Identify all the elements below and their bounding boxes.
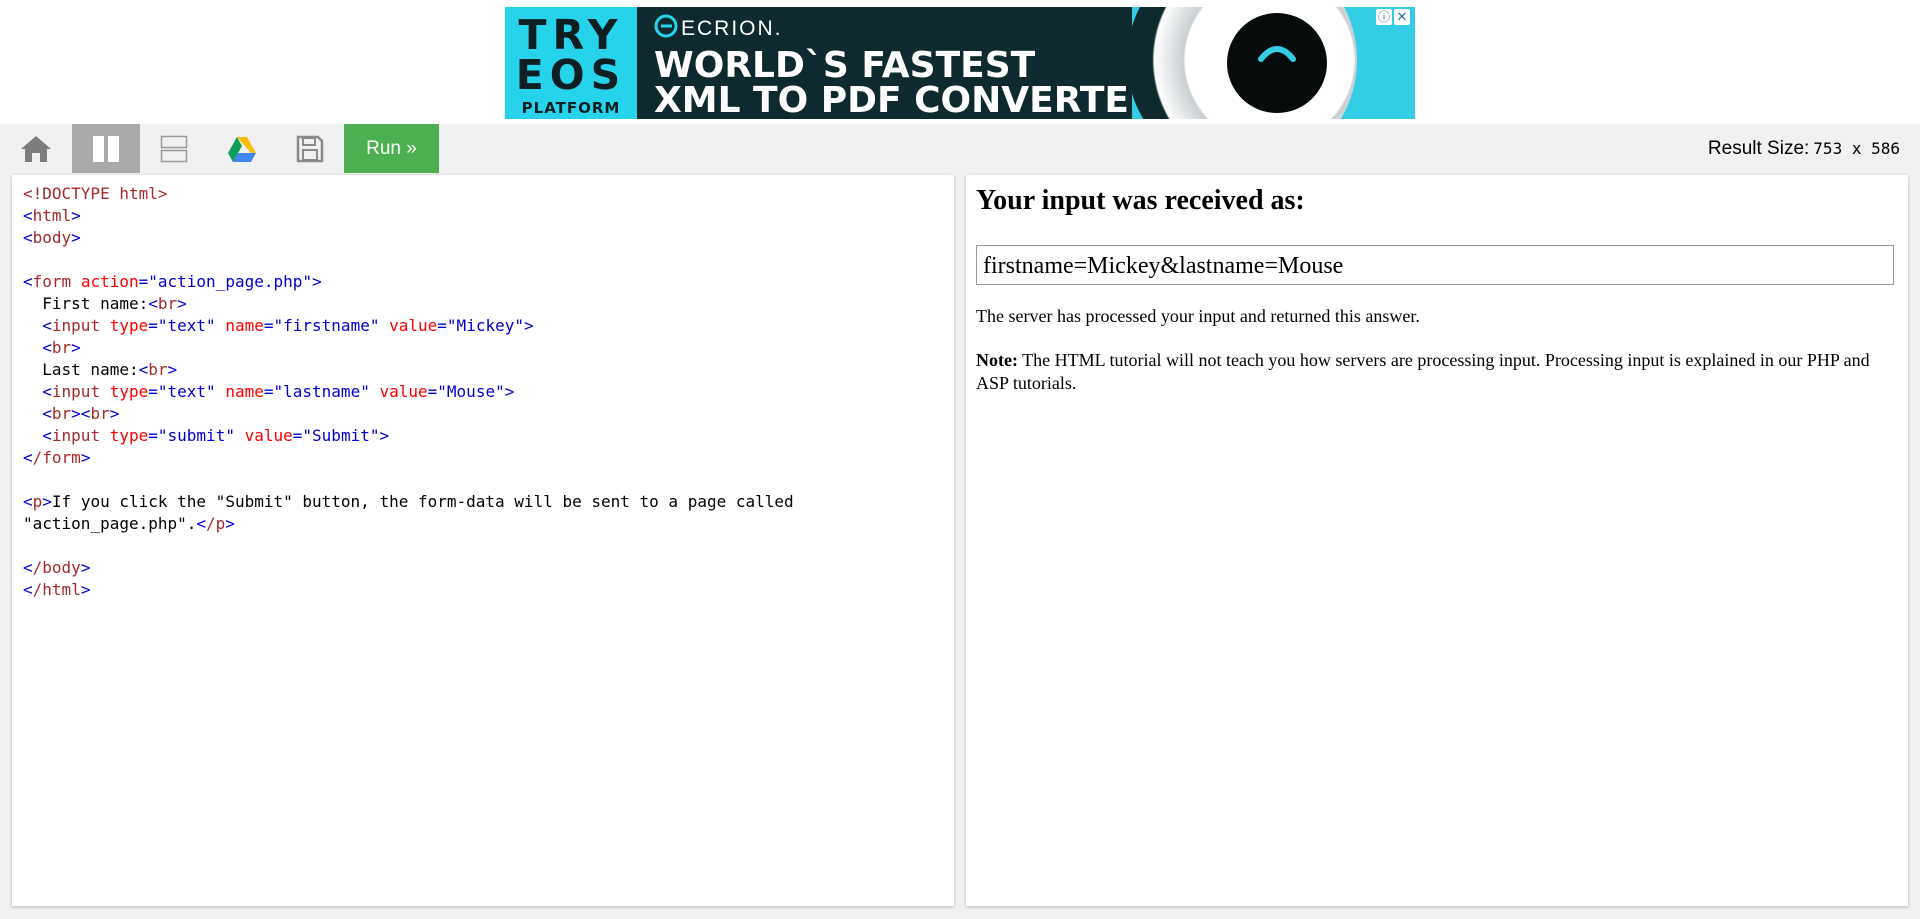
rows-layout-button[interactable] bbox=[140, 124, 208, 173]
code-tag: /body bbox=[32, 558, 81, 577]
code-value: "action_page.php" bbox=[148, 272, 313, 291]
save-button[interactable] bbox=[276, 124, 344, 173]
code-attr: type bbox=[109, 316, 149, 335]
code-tag: p bbox=[32, 492, 43, 511]
code-tag: input bbox=[51, 316, 101, 335]
code-line: <input type="text" name="firstname" valu… bbox=[42, 316, 534, 335]
code-value: "text" bbox=[157, 316, 216, 335]
ad-info-icon[interactable]: ⓘ bbox=[1376, 9, 1392, 25]
code-tag: input bbox=[51, 426, 101, 445]
code-line: <input type="submit" value="Submit"> bbox=[42, 426, 390, 445]
result-note-label: Note: bbox=[976, 350, 1018, 370]
code-attr: name bbox=[225, 382, 264, 401]
code-value: "submit" bbox=[157, 426, 235, 445]
result-panel: Your input was received as: firstname=Mi… bbox=[966, 175, 1908, 906]
code-tag: br bbox=[157, 294, 178, 313]
ad-close-icon[interactable]: ✕ bbox=[1394, 9, 1410, 25]
ecrion-logo-icon bbox=[654, 14, 678, 38]
code-editor[interactable]: <!DOCTYPE html> <html> <body> <form action=… bbox=[12, 175, 954, 906]
work-area: <!DOCTYPE html> <html> <body> <form action=… bbox=[0, 173, 1920, 919]
code-value: "Mouse" bbox=[437, 382, 505, 401]
code-value: "Submit" bbox=[302, 426, 380, 445]
code-text-node: First name: bbox=[23, 294, 149, 313]
editor-toolbar: Run » Result Size: 753 x 586 bbox=[0, 124, 1920, 173]
code-attr: type bbox=[109, 382, 149, 401]
code-attr: value bbox=[379, 382, 428, 401]
code-line: <br> bbox=[42, 338, 81, 357]
ad-try-eos-block: TRY EOS PLATFORM bbox=[505, 7, 637, 119]
code-line: <html> bbox=[23, 206, 81, 225]
code-line: </form> bbox=[23, 448, 91, 467]
code-value: "text" bbox=[157, 382, 216, 401]
code-tag: br bbox=[90, 404, 110, 423]
code-line: </html> bbox=[23, 580, 91, 599]
ad-eos-text: EOS bbox=[515, 51, 627, 99]
code-line: <!DOCTYPE html> bbox=[23, 183, 794, 205]
code-line: Last name:<br> bbox=[23, 360, 178, 379]
home-button[interactable] bbox=[2, 124, 70, 173]
code-tag: /html bbox=[32, 580, 81, 599]
code-value: "firstname" bbox=[273, 316, 380, 335]
result-processed-text: The server has processed your input and … bbox=[976, 306, 1420, 326]
result-heading: Your input was received as: bbox=[976, 185, 1305, 216]
save-icon bbox=[296, 135, 324, 162]
code-text-node: Last name: bbox=[23, 360, 139, 379]
code-value: "Mickey" bbox=[446, 316, 524, 335]
rows-layout-icon bbox=[160, 135, 188, 162]
code-tag: form bbox=[32, 272, 72, 291]
columns-layout-button[interactable] bbox=[72, 124, 140, 173]
run-button[interactable]: Run » bbox=[344, 124, 439, 173]
result-size-value: 753 x 586 bbox=[1813, 139, 1900, 158]
code-attr: value bbox=[244, 426, 293, 445]
code-tag: /p bbox=[206, 514, 226, 533]
code-text-node: "action_page.php". bbox=[23, 514, 197, 533]
result-size-indicator: Result Size: 753 x 586 bbox=[1708, 124, 1900, 173]
code-line: <br><br> bbox=[42, 404, 120, 423]
code-attr: action bbox=[80, 272, 139, 291]
result-note-text: The HTML tutorial will not teach you how… bbox=[976, 350, 1870, 393]
code-attr: type bbox=[109, 426, 149, 445]
columns-layout-icon bbox=[93, 135, 119, 162]
code-line: <body> bbox=[23, 228, 81, 247]
ad-brand-name: ECRION. bbox=[681, 17, 783, 40]
ad-platform-text: PLATFORM bbox=[521, 99, 621, 117]
code-line: <p>If you click the "Submit" button, the… bbox=[23, 492, 794, 511]
code-tag: input bbox=[51, 382, 101, 401]
received-input-box: firstname=Mickey&lastname=Mouse bbox=[976, 245, 1894, 285]
code-tag: br bbox=[51, 404, 72, 423]
google-drive-button[interactable] bbox=[208, 124, 276, 173]
code-tag: html bbox=[32, 206, 72, 225]
home-icon bbox=[21, 135, 51, 162]
result-size-label: Result Size: bbox=[1707, 138, 1810, 159]
code-doctype: <!DOCTYPE html> bbox=[23, 184, 168, 203]
code-tag: body bbox=[32, 228, 72, 247]
code-line: </body> bbox=[23, 558, 91, 577]
code-value: "lastname" bbox=[273, 382, 370, 401]
code-tag: br bbox=[51, 338, 72, 357]
code-text[interactable]: <!DOCTYPE html> <html> <body> <form action=… bbox=[23, 183, 794, 601]
result-note-paragraph: Note: The HTML tutorial will not teach y… bbox=[976, 349, 1900, 395]
code-line: <input type="text" name="lastname" value… bbox=[42, 382, 515, 401]
advertisement-banner[interactable]: TRY EOS PLATFORM ECRION. WORLD`S FASTEST… bbox=[505, 7, 1415, 119]
ad-knob-graphic bbox=[1227, 13, 1327, 113]
code-attr: value bbox=[389, 316, 438, 335]
code-text-node: If you click the "Submit" button, the fo… bbox=[51, 492, 794, 511]
ad-headline-2: XML TO PDF CONVERTER bbox=[654, 80, 1157, 120]
code-line: First name:<br> bbox=[23, 294, 187, 313]
code-tag: /form bbox=[32, 448, 81, 467]
chevron-up-icon bbox=[1258, 46, 1296, 62]
code-line: "action_page.php".</p> bbox=[23, 514, 235, 533]
code-tag: br bbox=[148, 360, 168, 379]
google-drive-icon bbox=[228, 136, 256, 162]
code-attr: name bbox=[225, 316, 264, 335]
code-line: <form action="action_page.php"> bbox=[23, 272, 322, 291]
